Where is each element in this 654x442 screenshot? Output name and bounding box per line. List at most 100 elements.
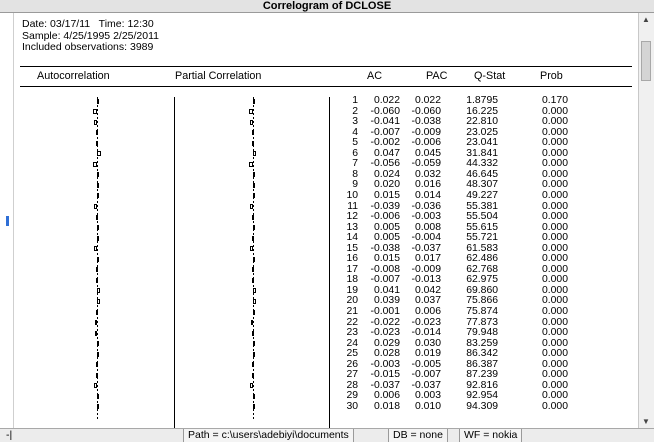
autocorrelation-bar: [95, 372, 98, 378]
info-block: Date: 03/17/11 Time: 12:30 Sample: 4/25/…: [22, 18, 159, 54]
autocorrelation-header: Autocorrelation: [37, 70, 110, 82]
partial-correlation-bar: [253, 341, 256, 347]
partial-correlation-bar: [253, 225, 255, 231]
autocorrelation-bar: [93, 119, 97, 125]
prob-value: 0.170: [541, 95, 568, 106]
ac-value: -0.006: [370, 211, 400, 223]
prob-value: 0.000: [541, 211, 568, 223]
autocorrelation-bar: [96, 140, 98, 146]
lag-number: 12: [346, 211, 358, 223]
qstat-value: 75.874: [466, 306, 498, 317]
partial-correlation-bar: [252, 362, 254, 368]
partial-correlation-bar: [251, 330, 254, 336]
partial-correlation-bar: [252, 214, 254, 220]
autocorrelation-bar: [94, 246, 97, 252]
partial-correlation-bar: [252, 130, 254, 136]
autocorrelation-bar: [96, 214, 98, 220]
qstat-value: 94.309: [466, 400, 498, 412]
scrollbar-thumb[interactable]: [641, 41, 651, 81]
partial-correlation-bar: [248, 161, 253, 167]
autocorrelation-bar: [92, 109, 97, 115]
pac-value: 0.006: [414, 306, 441, 317]
partial-correlation-bar: [252, 267, 254, 273]
partial-correlation-bar: [252, 140, 254, 146]
status-wf: WF = nokia: [459, 429, 523, 442]
qstat-value: 1.8795: [466, 95, 498, 106]
partial-correlation-bar: [250, 383, 253, 389]
partial-correlation-header: Partial Correlation: [175, 70, 262, 82]
vertical-scrollbar[interactable]: ▲ ▼: [638, 13, 654, 428]
partial-correlation-bar: [253, 172, 256, 178]
partial-correlation-bar: [253, 256, 255, 262]
autocorrelation-bar: [97, 341, 100, 347]
partial-correlation-bar: [253, 151, 257, 157]
status-path: Path = c:\users\adebiyi\documents: [183, 429, 354, 442]
status-db: DB = none: [388, 429, 448, 442]
autocorrelation-bar: [97, 393, 99, 399]
autocorrelation-bar: [97, 151, 101, 157]
partial-correlation-bar: [253, 351, 255, 357]
lag-number: 30: [346, 400, 358, 412]
left-edge-marker: [6, 216, 9, 226]
lag-number: 1: [352, 95, 358, 106]
ac-value: 0.015: [373, 189, 400, 201]
partial-correlation-bar: [252, 277, 254, 283]
partial-correlation-bar: [253, 288, 257, 294]
partial-correlation-bar: [248, 109, 253, 115]
autocorrelation-bar: [95, 320, 98, 326]
autocorrelation-bar: [97, 235, 99, 241]
ac-header: AC: [367, 70, 382, 82]
autocorrelation-bar: [94, 383, 97, 389]
autocorrelation-bar: [97, 193, 99, 199]
autocorrelation-bar: [96, 130, 98, 136]
pac-value: 0.022: [414, 95, 441, 106]
autocorrelation-bar: [96, 267, 98, 273]
window-title: Correlogram of DCLOSE: [0, 0, 654, 13]
autocorrelation-bar: [97, 98, 99, 104]
prob-value: 0.000: [541, 400, 568, 412]
lag-number: 10: [346, 189, 358, 201]
autocorrelation-bar: [96, 309, 98, 315]
autocorrelation-bar: [97, 182, 99, 188]
pac-value: 0.014: [414, 189, 441, 201]
autocorrelation-bar: [97, 225, 99, 231]
autocorrelation-bar: [97, 404, 99, 410]
scroll-up-arrow-icon[interactable]: ▲: [642, 15, 650, 24]
partial-correlation-bar: [253, 404, 255, 410]
autocorrelation-bar: [96, 362, 98, 368]
observations-line: Included observations: 3989: [22, 41, 154, 53]
prob-value: 0.000: [541, 306, 568, 317]
ac-value: -0.001: [370, 306, 400, 317]
autocorrelation-bar: [97, 351, 100, 357]
header-top-rule: [20, 66, 632, 67]
autocorrelation-bar: [96, 277, 98, 283]
header-bottom-rule: [20, 86, 632, 87]
partial-correlation-bar: [250, 119, 253, 125]
partial-correlation-bar: [252, 372, 254, 378]
ac-value: 0.018: [373, 400, 400, 412]
autocorrelation-bar: [94, 204, 97, 209]
status-bar: -| Path = c:\users\adebiyi\documents DB …: [0, 428, 654, 442]
partial-correlation-bar: [250, 204, 253, 209]
qstat-value: 55.504: [466, 211, 498, 223]
autocorrelation-bar: [92, 161, 97, 167]
scroll-down-arrow-icon[interactable]: ▼: [642, 417, 650, 426]
partial-correlation-bar: [253, 393, 255, 399]
autocorrelation-bar: [95, 330, 98, 336]
pac-header: PAC: [426, 70, 448, 82]
partial-correlation-bar: [250, 246, 253, 252]
prob-header: Prob: [540, 70, 563, 82]
qstat-value: 49.227: [466, 189, 498, 201]
qstat-header: Q-Stat: [474, 70, 506, 82]
pac-value: -0.003: [411, 211, 441, 223]
autocorrelation-bar: [97, 256, 99, 262]
partial-correlation-bar: [253, 309, 255, 315]
partial-correlation-bar: [253, 98, 255, 104]
partial-correlation-bar: [253, 193, 255, 199]
partial-correlation-bar: [252, 235, 254, 241]
partial-correlation-bar: [253, 182, 255, 188]
date-line: Date: 03/17/11 Time: 12:30: [22, 18, 154, 30]
partial-correlation-bar: [251, 320, 254, 326]
prob-value: 0.000: [541, 189, 568, 201]
lag-number: 21: [346, 306, 358, 317]
